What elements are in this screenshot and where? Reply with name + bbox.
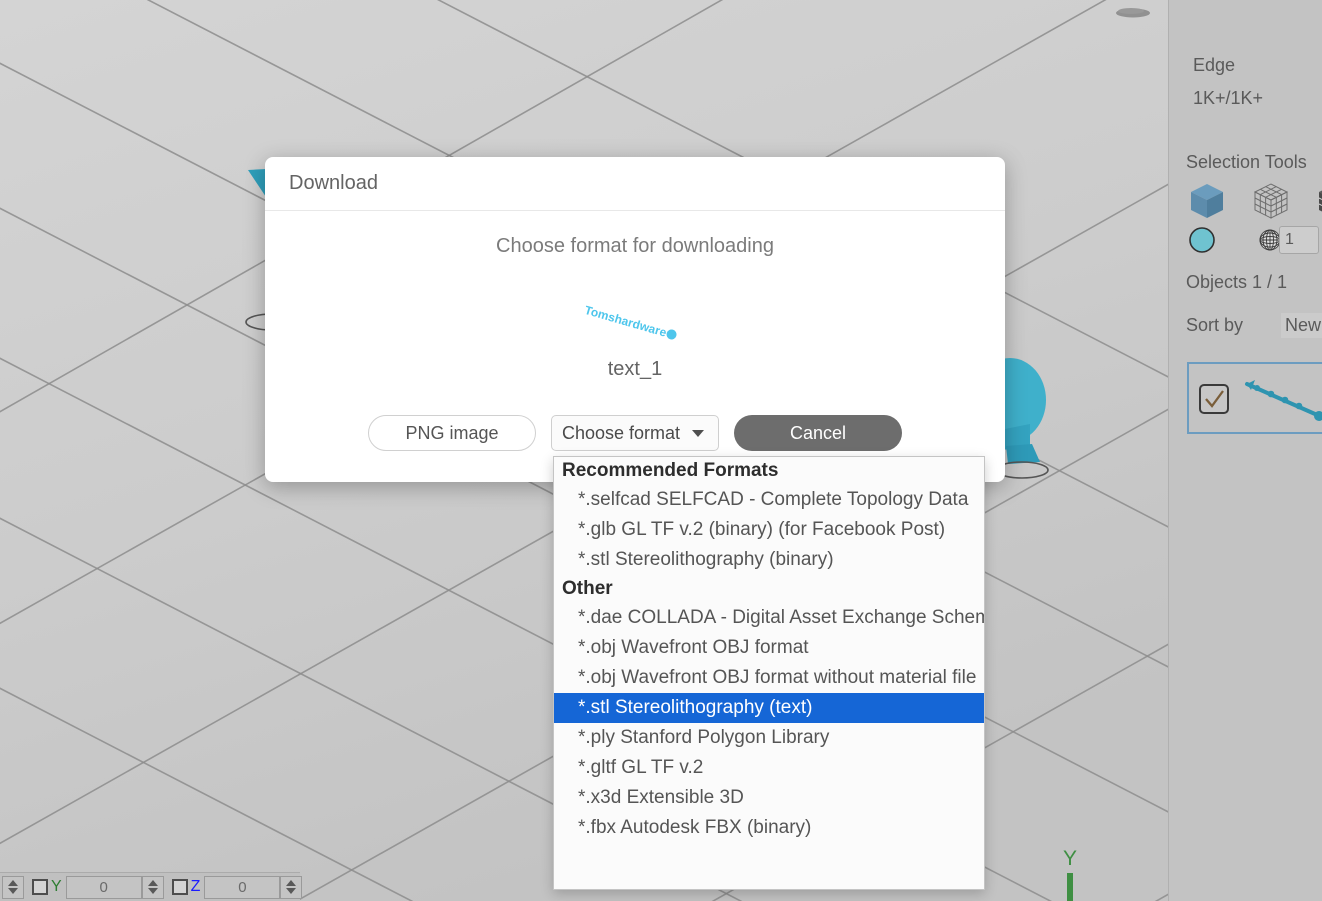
dropdown-option[interactable]: *.x3d Extensible 3D [554,783,984,813]
png-image-button[interactable]: PNG image [368,415,536,451]
objects-count-label: Objects 1 / 1 [1186,272,1287,293]
stepper-down-icon[interactable] [148,888,158,894]
modal-header: Download [265,157,1005,211]
thumbnail-text: Tomshardware [583,303,668,340]
dropdown-option[interactable]: *.stl Stereolithography (text) [554,693,984,723]
selection-tools-title: Selection Tools [1186,152,1307,173]
modal-subtitle: Choose format for downloading [265,235,1005,258]
format-select[interactable]: Choose format [551,415,719,451]
dense-wireframe-cube-icon[interactable] [1315,180,1322,222]
sort-by-select[interactable]: New [1281,313,1322,338]
circle-select-icon[interactable] [1187,225,1217,255]
selection-tools-row-1 [1187,180,1322,222]
y-axis-checkbox[interactable] [32,879,48,895]
stepper-up-icon[interactable] [286,880,296,886]
wireframe-cube-icon[interactable] [1251,180,1293,222]
dropdown-option[interactable]: *.obj Wavefront OBJ format without mater… [554,663,984,693]
edge-count-value: 1K+/1K+ [1193,88,1263,109]
chevron-down-icon[interactable] [692,430,704,437]
dropdown-group-label: Recommended Formats [554,457,984,485]
z-axis-checkbox[interactable] [172,879,188,895]
stepper-up-icon[interactable] [148,880,158,886]
format-dropdown-list[interactable]: Recommended Formats*.selfcad SELFCAD - C… [553,456,985,890]
y-axis-indicator: Y [1055,845,1095,901]
modal-action-row: PNG image Choose format Cancel [265,415,1005,451]
coord-group-y: Y 0 [24,876,164,899]
dropdown-option[interactable]: *.stl Stereolithography (binary) [554,545,984,575]
dropdown-option[interactable]: *.obj Wavefront OBJ format [554,633,984,663]
object-list-item[interactable] [1187,362,1322,434]
stepper-down-icon[interactable] [286,888,296,894]
dropdown-option[interactable]: *.selfcad SELFCAD - Complete Topology Da… [554,485,984,515]
download-modal: Download Choose format for downloading T… [265,157,1005,482]
right-sidebar: Edge 1K+/1K+ Selection Tools [1168,0,1322,901]
model-name-label: text_1 [608,358,662,381]
y-axis-label: Y [1063,847,1077,870]
y-axis-tag: Y [51,878,62,896]
tolerance-input[interactable]: 1 [1279,226,1319,254]
dropdown-option[interactable]: *.glb GL TF v.2 (binary) (for Facebook P… [554,515,984,545]
z-axis-tag: Z [191,878,201,896]
dropdown-option[interactable]: *.fbx Autodesk FBX (binary) [554,813,984,843]
y-value-input[interactable]: 0 [66,876,142,899]
selection-tools-row-2 [1187,225,1285,255]
stepper-down-icon[interactable] [8,888,18,894]
x-stepper-partial[interactable] [2,876,24,899]
solid-cube-icon[interactable] [1187,180,1229,222]
dropdown-option[interactable]: *.ply Stanford Polygon Library [554,723,984,753]
stepper-up-icon[interactable] [8,880,18,886]
sort-by-label: Sort by [1186,315,1243,336]
coord-group-z: Z 0 [164,876,303,899]
object-thumbnail [1241,376,1322,424]
object-checkbox[interactable] [1199,384,1229,414]
model-preview: Tomshardware text_1 [265,302,1005,381]
modal-title: Download [289,172,378,195]
y-stepper[interactable] [142,876,164,899]
z-stepper[interactable] [280,876,302,899]
coordinate-toolbar[interactable]: Y 0 Z 0 [0,872,300,901]
format-select-value: Choose format [562,423,680,444]
dropdown-option[interactable]: *.gltf GL TF v.2 [554,753,984,783]
checkmark-icon [1201,386,1227,412]
model-thumbnail-icon: Tomshardware [565,302,705,346]
cancel-button[interactable]: Cancel [734,415,902,451]
dropdown-group-label: Other [554,575,984,603]
selfcad-app-window: Y Y 0 [0,0,1322,901]
edge-label: Edge [1193,55,1235,76]
dropdown-option[interactable]: *.dae COLLADA - Digital Asset Exchange S… [554,603,984,633]
z-value-input[interactable]: 0 [204,876,280,899]
